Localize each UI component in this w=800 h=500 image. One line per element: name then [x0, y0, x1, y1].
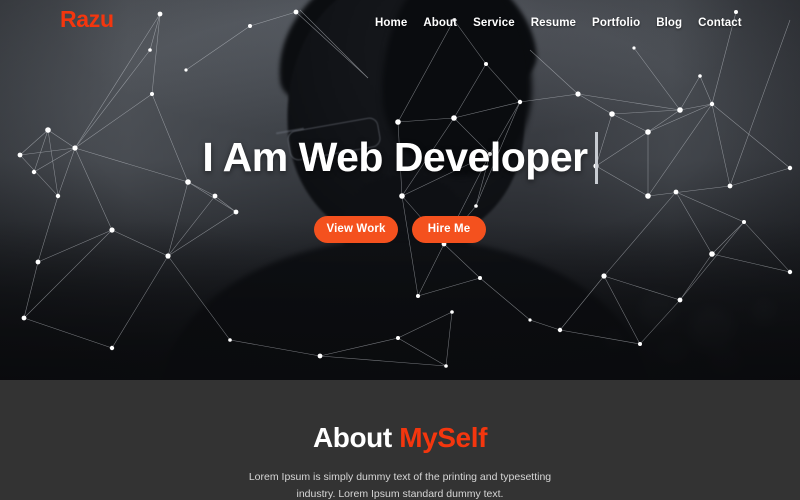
nav-item-home[interactable]: Home — [375, 13, 407, 31]
nav-link-home[interactable]: Home — [375, 17, 407, 29]
nav-link-about[interactable]: About — [423, 17, 457, 29]
nav-item-about[interactable]: About — [423, 13, 457, 31]
nav-link-blog[interactable]: Blog — [656, 17, 682, 29]
page-root: I Am Web Developer View Work Hire Me Raz… — [0, 0, 800, 500]
about-heading-accent: MySelf — [399, 422, 488, 453]
about-heading-primary: About — [312, 422, 400, 453]
about-section: About MySelf Lorem Ipsum is simply dummy… — [0, 380, 800, 500]
page-title: I Am Web Developer — [202, 134, 588, 180]
view-work-button[interactable]: View Work — [314, 215, 398, 243]
main-navbar: Razu Home About Service Resume Portfolio… — [0, 0, 800, 40]
nav-links-list: Home About Service Resume Portfolio Blog… — [375, 13, 742, 31]
nav-item-resume[interactable]: Resume — [531, 13, 576, 31]
hero-section: I Am Web Developer View Work Hire Me — [0, 0, 800, 380]
hero-cta-group: View Work Hire Me — [314, 215, 486, 243]
hero-title-row: I Am Web Developer — [202, 131, 598, 184]
hero-content: I Am Web Developer View Work Hire Me — [0, 0, 800, 380]
hire-me-button[interactable]: Hire Me — [412, 215, 486, 243]
about-paragraph: Lorem Ipsum is simply dummy text of the … — [248, 471, 552, 500]
nav-link-service[interactable]: Service — [473, 17, 515, 29]
nav-item-blog[interactable]: Blog — [656, 13, 682, 31]
nav-link-contact[interactable]: Contact — [698, 17, 742, 29]
nav-link-resume[interactable]: Resume — [531, 17, 576, 29]
nav-link-portfolio[interactable]: Portfolio — [592, 17, 640, 29]
about-heading: About MySelf — [312, 422, 488, 453]
typing-cursor — [594, 131, 598, 184]
nav-item-service[interactable]: Service — [473, 13, 515, 31]
site-logo[interactable]: Razu — [60, 4, 114, 34]
nav-item-portfolio[interactable]: Portfolio — [592, 13, 640, 31]
nav-item-contact[interactable]: Contact — [698, 13, 742, 31]
